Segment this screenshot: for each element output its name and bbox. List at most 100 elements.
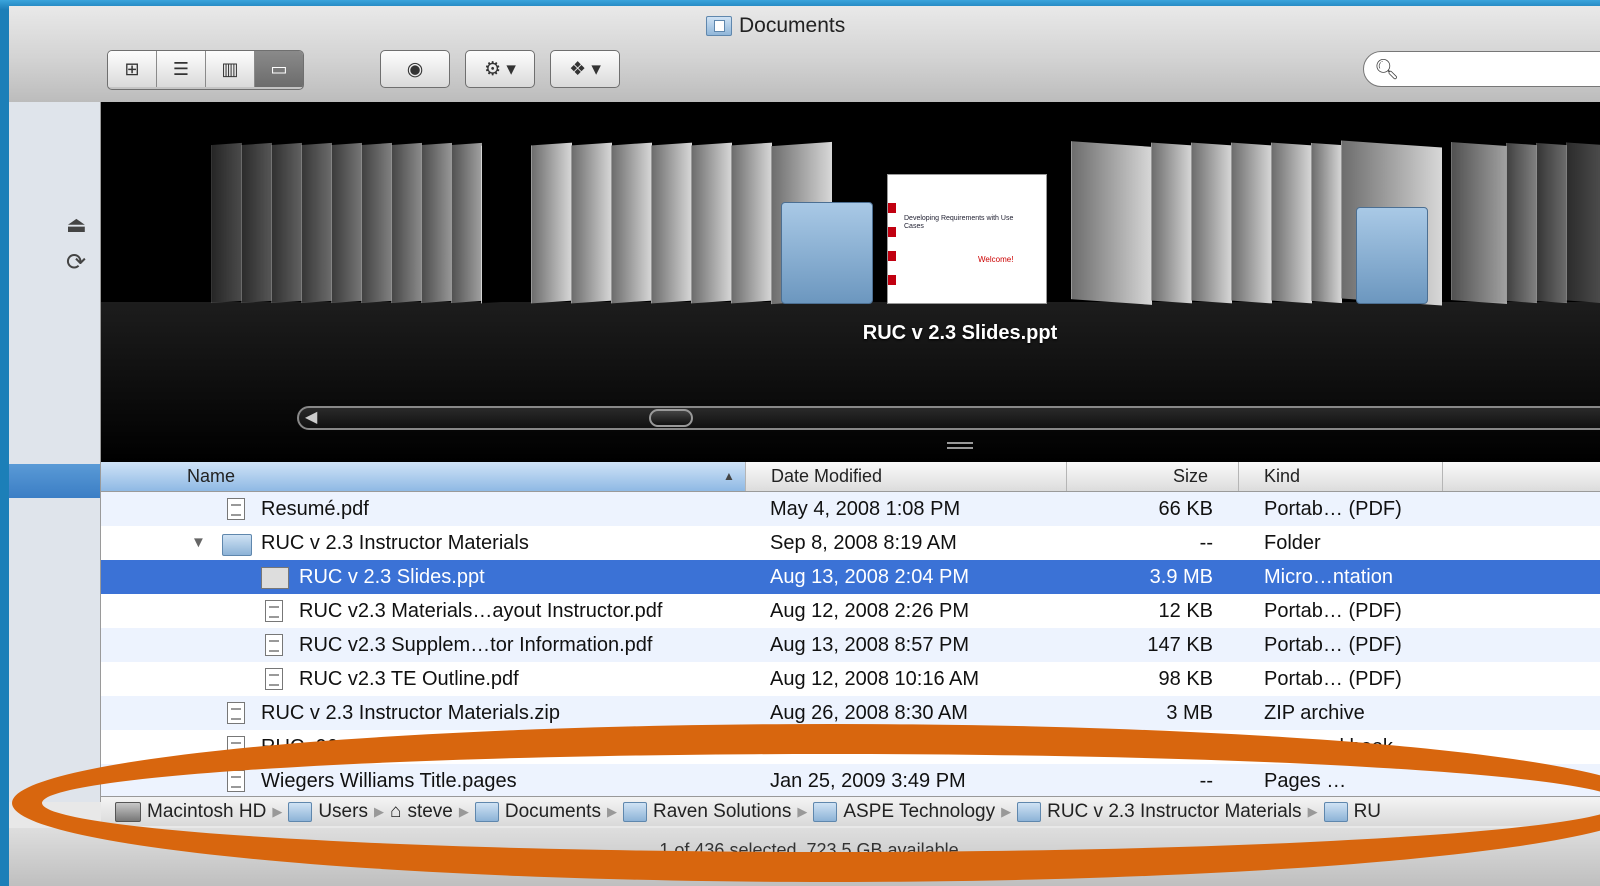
path-separator-icon: ▶ (373, 803, 384, 819)
cover-flow-folder-icon[interactable] (781, 202, 873, 304)
icon-view-button[interactable]: ⊞ (108, 51, 157, 87)
list-view-button[interactable]: ☰ (157, 51, 206, 87)
home-icon: ⌂ (389, 800, 402, 822)
cover-flow-item[interactable] (1536, 142, 1567, 304)
sync-icon[interactable]: ⟳ (66, 248, 86, 277)
folder-icon (222, 534, 252, 556)
cover-flow-item[interactable] (361, 142, 392, 304)
cover-flow-selected-slide[interactable]: Developing Requirements with Use Cases W… (887, 174, 1047, 304)
row-size: 147 KB (1147, 634, 1213, 656)
sort-ascending-icon: ▲ (723, 469, 735, 483)
column-view-button[interactable]: ▥ (206, 51, 255, 87)
cover-flow-item[interactable] (451, 142, 482, 304)
cover-flow-item[interactable] (1151, 142, 1192, 304)
quick-look-button[interactable]: ◉ (380, 50, 450, 88)
table-row[interactable]: RUC_06_11_08 Micro…rkbook (101, 730, 1600, 764)
status-text: 1 of 436 selected, 723.5 GB available (659, 840, 959, 860)
row-name: RUC v 2.3 Slides.ppt (299, 566, 485, 588)
cover-flow-item[interactable] (691, 142, 732, 304)
cover-flow-view-button[interactable]: ▭ (255, 51, 303, 87)
sidebar-selected-item[interactable] (9, 464, 100, 498)
row-date (770, 730, 1060, 764)
row-date: Aug 13, 2008 8:57 PM (770, 634, 970, 656)
window-title-text: Documents (739, 14, 846, 37)
row-size: -- (1199, 770, 1213, 792)
row-name: RUC_06_11_08 (261, 736, 403, 758)
cover-flow-item[interactable] (1451, 142, 1507, 304)
hard-drive-icon (115, 801, 141, 822)
path-separator-icon: ▶ (606, 803, 617, 819)
cover-flow-item[interactable] (271, 142, 302, 304)
resize-grip-icon[interactable] (947, 442, 973, 449)
path-item-users[interactable]: Users (288, 801, 368, 823)
path-bar: Macintosh HD ▶ Users ▶ ⌂ steve ▶ Document… (101, 796, 1600, 826)
path-separator-icon: ▶ (1001, 803, 1012, 819)
dropbox-menu-button[interactable]: ❖ ▾ (550, 50, 620, 88)
search-field[interactable]: 🔍︎ (1363, 51, 1600, 87)
row-date: Aug 12, 2008 10:16 AM (770, 668, 980, 690)
row-date: May 4, 2008 1:08 PM (770, 498, 961, 520)
path-item-steve[interactable]: ⌂ steve (390, 801, 453, 823)
cover-flow-item[interactable] (301, 142, 332, 304)
cover-flow-view[interactable]: Developing Requirements with Use Cases W… (101, 102, 1600, 462)
table-row[interactable]: RUC v2.3 Supplem…tor Information.pdf Aug… (101, 628, 1600, 662)
cover-flow-item[interactable] (241, 142, 272, 304)
row-date: Aug 13, 2008 2:04 PM (770, 566, 970, 588)
cover-flow-item[interactable] (571, 142, 612, 304)
table-row[interactable]: ▼ RUC v 2.3 Instructor Materials Sep 8, … (101, 526, 1600, 560)
cover-flow-item[interactable] (1311, 142, 1342, 304)
cover-flow-item[interactable] (421, 142, 452, 304)
slide-welcome: Welcome! (978, 255, 1014, 264)
table-row[interactable]: RUC v 2.3 Instructor Materials.zip Aug 2… (101, 696, 1600, 730)
pages-file-icon (227, 770, 245, 792)
eject-icon[interactable]: ⏏ (66, 212, 87, 238)
name-column-header[interactable]: Name ▲ (101, 462, 746, 491)
table-row-selected[interactable]: RUC v 2.3 Slides.ppt Aug 13, 2008 2:04 P… (101, 560, 1600, 594)
cover-flow-item[interactable] (651, 142, 692, 304)
row-name: RUC v 2.3 Instructor Materials.zip (261, 702, 560, 724)
documents-folder-icon (474, 801, 499, 822)
cover-flow-item[interactable] (211, 142, 242, 304)
kind-column-header[interactable]: Kind (1239, 462, 1443, 491)
search-input[interactable] (1402, 58, 1600, 78)
cover-flow-item[interactable] (1231, 142, 1272, 304)
path-item-documents[interactable]: Documents (474, 801, 601, 823)
cover-flow-item[interactable] (611, 142, 652, 304)
path-item-aspe-technology[interactable]: ASPE Technology (813, 801, 995, 823)
table-row[interactable]: Wiegers Williams Title.pages Jan 25, 200… (101, 764, 1600, 798)
row-kind: Portab… (PDF) (1264, 668, 1402, 690)
scroll-left-arrow-icon[interactable]: ◀ (305, 407, 317, 427)
date-column-header[interactable]: Date Modified (746, 462, 1067, 491)
path-item-raven-solutions[interactable]: Raven Solutions (622, 801, 791, 823)
table-row[interactable]: RUC v2.3 Materials…ayout Instructor.pdf … (101, 594, 1600, 628)
cover-flow-item[interactable] (1506, 142, 1537, 304)
cover-flow-scrollbar[interactable]: ◀ (297, 406, 1600, 430)
cover-flow-item[interactable] (1071, 141, 1152, 305)
folder-icon (288, 801, 313, 822)
table-row[interactable]: Resumé.pdf May 4, 2008 1:08 PM 66 KB Por… (101, 492, 1600, 526)
table-row[interactable]: RUC v2.3 TE Outline.pdf Aug 12, 2008 10:… (101, 662, 1600, 696)
cover-flow-item[interactable] (731, 142, 772, 304)
size-column-header[interactable]: Size (1067, 462, 1239, 491)
row-size: 66 KB (1158, 498, 1213, 520)
path-item-current-file[interactable]: RU (1323, 801, 1381, 823)
row-kind: Micro…ntation (1264, 566, 1393, 588)
pdf-file-icon (265, 634, 283, 656)
cover-flow-item[interactable] (531, 142, 572, 304)
cover-flow-item[interactable] (1566, 142, 1600, 304)
cover-flow-item[interactable] (1271, 142, 1312, 304)
title-bar: Documents ⊞ ☰ ▥ ▭ ◉ ⚙ ▾ ❖ ▾ 🔍︎ (9, 6, 1600, 103)
cover-flow-caption: RUC v 2.3 Slides.ppt (862, 322, 1058, 344)
cover-flow-item[interactable] (481, 142, 522, 304)
path-item-instructor-materials[interactable]: RUC v 2.3 Instructor Materials (1017, 801, 1302, 823)
cover-flow-scroll-thumb[interactable] (649, 409, 693, 427)
disclosure-triangle-icon[interactable]: ▼ (191, 526, 206, 560)
path-separator-icon: ▶ (272, 803, 283, 819)
cover-flow-item[interactable] (391, 142, 422, 304)
cover-flow-folder-icon[interactable] (1356, 207, 1428, 304)
action-menu-button[interactable]: ⚙ ▾ (465, 50, 535, 88)
pdf-file-icon (265, 668, 283, 690)
cover-flow-item[interactable] (1191, 142, 1232, 304)
path-item-macintosh-hd[interactable]: Macintosh HD (115, 801, 266, 823)
cover-flow-item[interactable] (331, 142, 362, 304)
